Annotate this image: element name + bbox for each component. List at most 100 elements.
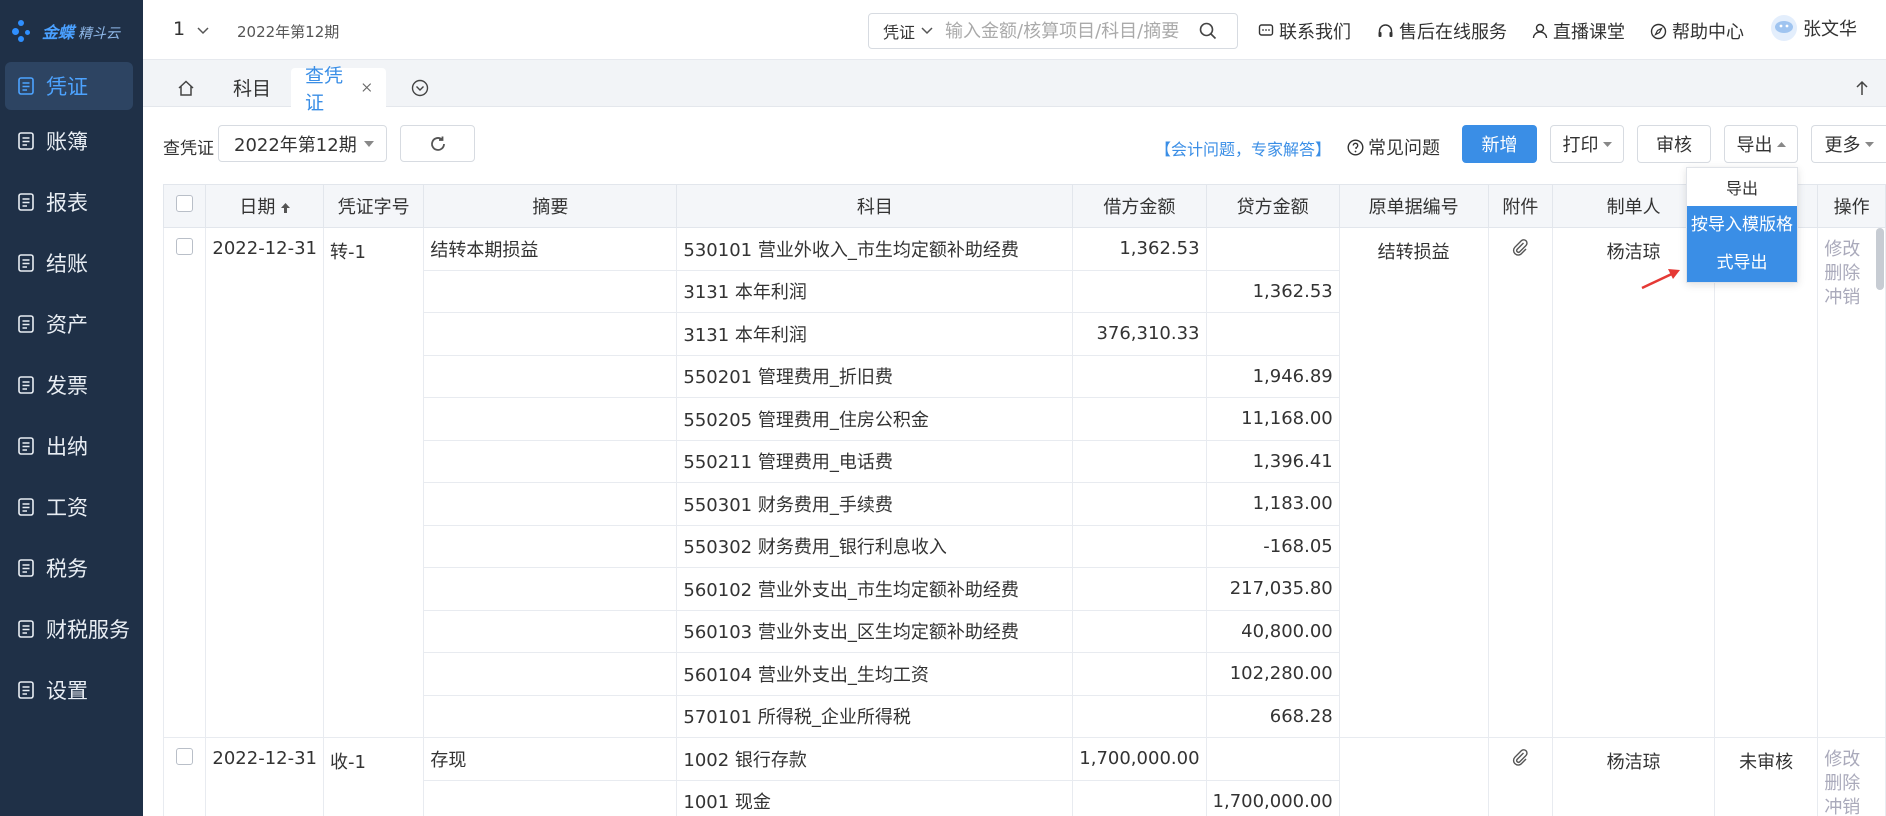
export-dropdown-menu: 导出 按导入模版格 式导出 [1686, 167, 1798, 283]
audit-button[interactable]: 审核 [1637, 125, 1711, 163]
brand-logo[interactable]: 金蝶 精斗云 [0, 0, 143, 62]
more-button[interactable]: 更多 [1811, 125, 1886, 163]
paperclip-icon[interactable] [1511, 238, 1529, 256]
edit-link[interactable]: 修改 [1824, 238, 1879, 262]
entry-account: 1002 银行存款 [676, 737, 1074, 781]
avatar [1771, 15, 1797, 41]
entry-summary [423, 397, 678, 441]
faq-link[interactable]: 常见问题 [1347, 134, 1440, 160]
logo-icon [12, 18, 38, 44]
header-operation: 操作 [1817, 184, 1886, 228]
sidebar-item-label: 发票 [46, 373, 88, 398]
compass-icon [1650, 23, 1667, 39]
row-select-cell[interactable] [163, 737, 207, 816]
entry-summary: 结转本期损益 [423, 227, 678, 271]
select-all-cell[interactable] [163, 184, 207, 228]
entry-debit [1072, 609, 1207, 653]
help-center-link[interactable]: 帮助中心 [1650, 18, 1744, 44]
sidebar-item-salary[interactable]: 工资 [0, 476, 143, 537]
close-account-icon [16, 253, 36, 273]
entry-debit [1072, 269, 1207, 313]
account-selector[interactable]: 1 [173, 18, 209, 40]
edit-link[interactable]: 修改 [1824, 748, 1879, 772]
row-checkbox[interactable] [176, 238, 194, 255]
sidebar: 金蝶 精斗云 凭证 账簿 报表 结账资产发票出纳工资税务财税服务设置 [0, 0, 143, 816]
tax-icon [16, 558, 36, 578]
finance-service-icon [16, 619, 36, 639]
header-summary: 摘要 [423, 184, 678, 228]
sidebar-item-ledger[interactable]: 账簿 [0, 110, 143, 171]
sidebar-item-report[interactable]: 报表 [0, 171, 143, 232]
caret-down-icon [364, 141, 374, 147]
scroll-top-button[interactable] [1841, 68, 1883, 107]
entry-credit: 668.28 [1205, 694, 1340, 738]
period-select[interactable]: 2022年第12期 [218, 125, 387, 162]
entry-debit [1072, 524, 1207, 568]
contact-us-link[interactable]: 联系我们 [1258, 18, 1351, 44]
tab-voucher-query[interactable]: 查凭证 [291, 65, 386, 114]
print-button[interactable]: 打印 [1550, 125, 1624, 163]
sidebar-item-close-account[interactable]: 结账 [0, 232, 143, 293]
sidebar-item-settings[interactable]: 设置 [0, 659, 143, 720]
entry-debit: 1,362.53 [1072, 227, 1207, 271]
sidebar-item-voucher[interactable]: 凭证 [5, 62, 133, 110]
chat-icon [1258, 24, 1274, 36]
entry-account: 550302 财务费用_银行利息收入 [676, 524, 1074, 568]
reverse-link[interactable]: 冲销 [1824, 286, 1879, 310]
sidebar-item-label: 税务 [46, 556, 88, 581]
sidebar-item-finance-service[interactable]: 财税服务 [0, 598, 143, 659]
header-credit: 贷方金额 [1205, 184, 1340, 228]
expert-answer-link[interactable]: 【会计问题，专家解答】 [1155, 136, 1331, 160]
reverse-link[interactable]: 冲销 [1824, 796, 1879, 816]
entry-account: 550301 财务费用_手续费 [676, 482, 1074, 526]
delete-link[interactable]: 删除 [1824, 772, 1879, 796]
live-class-link[interactable]: 直播课堂 [1532, 18, 1625, 44]
export-button[interactable]: 导出 [1724, 125, 1798, 163]
attachment-cell[interactable] [1487, 227, 1554, 738]
entry-summary [423, 694, 678, 738]
sidebar-item-label: 财税服务 [46, 617, 130, 642]
table-scrollbar[interactable] [1876, 228, 1884, 290]
row-checkbox[interactable] [176, 748, 194, 765]
sidebar-item-label: 出纳 [46, 434, 88, 459]
select-all-checkbox[interactable] [176, 195, 194, 212]
export-by-template-item[interactable]: 按导入模版格 式导出 [1687, 206, 1797, 282]
attachment-cell[interactable] [1487, 737, 1554, 816]
paperclip-icon[interactable] [1511, 748, 1529, 766]
header-date[interactable]: 日期 [205, 184, 324, 228]
entry-account: 560104 营业外支出_生均工资 [676, 652, 1074, 696]
voucher-number[interactable]: 收-1 [322, 737, 425, 816]
refresh-button[interactable] [400, 125, 475, 162]
caret-up-icon [1776, 141, 1786, 147]
sidebar-item-label: 资产 [46, 312, 88, 337]
sidebar-item-cashier[interactable]: 出纳 [0, 415, 143, 476]
entry-debit [1072, 694, 1207, 738]
search-icon[interactable] [1199, 22, 1217, 40]
search-type-select[interactable]: 凭证 [869, 19, 945, 43]
sidebar-item-invoice[interactable]: 发票 [0, 354, 143, 415]
entry-credit: 1,946.89 [1205, 354, 1340, 398]
voucher-number[interactable]: 转-1 [322, 227, 425, 738]
row-select-cell[interactable] [163, 227, 207, 738]
entry-credit: 102,280.00 [1205, 652, 1340, 696]
new-voucher-button[interactable]: 新增 [1462, 125, 1537, 163]
audit-status [1713, 227, 1819, 738]
user-menu[interactable]: 张文华 [1770, 14, 1857, 42]
search-input[interactable] [945, 20, 1195, 42]
after-sales-link[interactable]: 售后在线服务 [1377, 18, 1507, 44]
invoice-icon [16, 375, 36, 395]
sidebar-item-asset[interactable]: 资产 [0, 293, 143, 354]
entry-summary [423, 269, 678, 313]
caret-down-icon [1602, 141, 1612, 147]
home-tab[interactable] [163, 68, 209, 107]
tab-accounts[interactable]: 科目 [219, 68, 285, 107]
entry-account: 550205 管理费用_住房公积金 [676, 397, 1074, 441]
close-icon[interactable] [362, 82, 372, 93]
brand-name: 金蝶 精斗云 [42, 23, 121, 42]
operation-cell: 修改 删除 冲销 [1817, 227, 1886, 738]
delete-link[interactable]: 删除 [1824, 262, 1879, 286]
sidebar-item-tax[interactable]: 税务 [0, 537, 143, 598]
tab-list-toggle[interactable] [397, 68, 443, 107]
export-menu-item[interactable]: 导出 [1687, 168, 1797, 206]
caret-down-icon [1864, 141, 1874, 147]
